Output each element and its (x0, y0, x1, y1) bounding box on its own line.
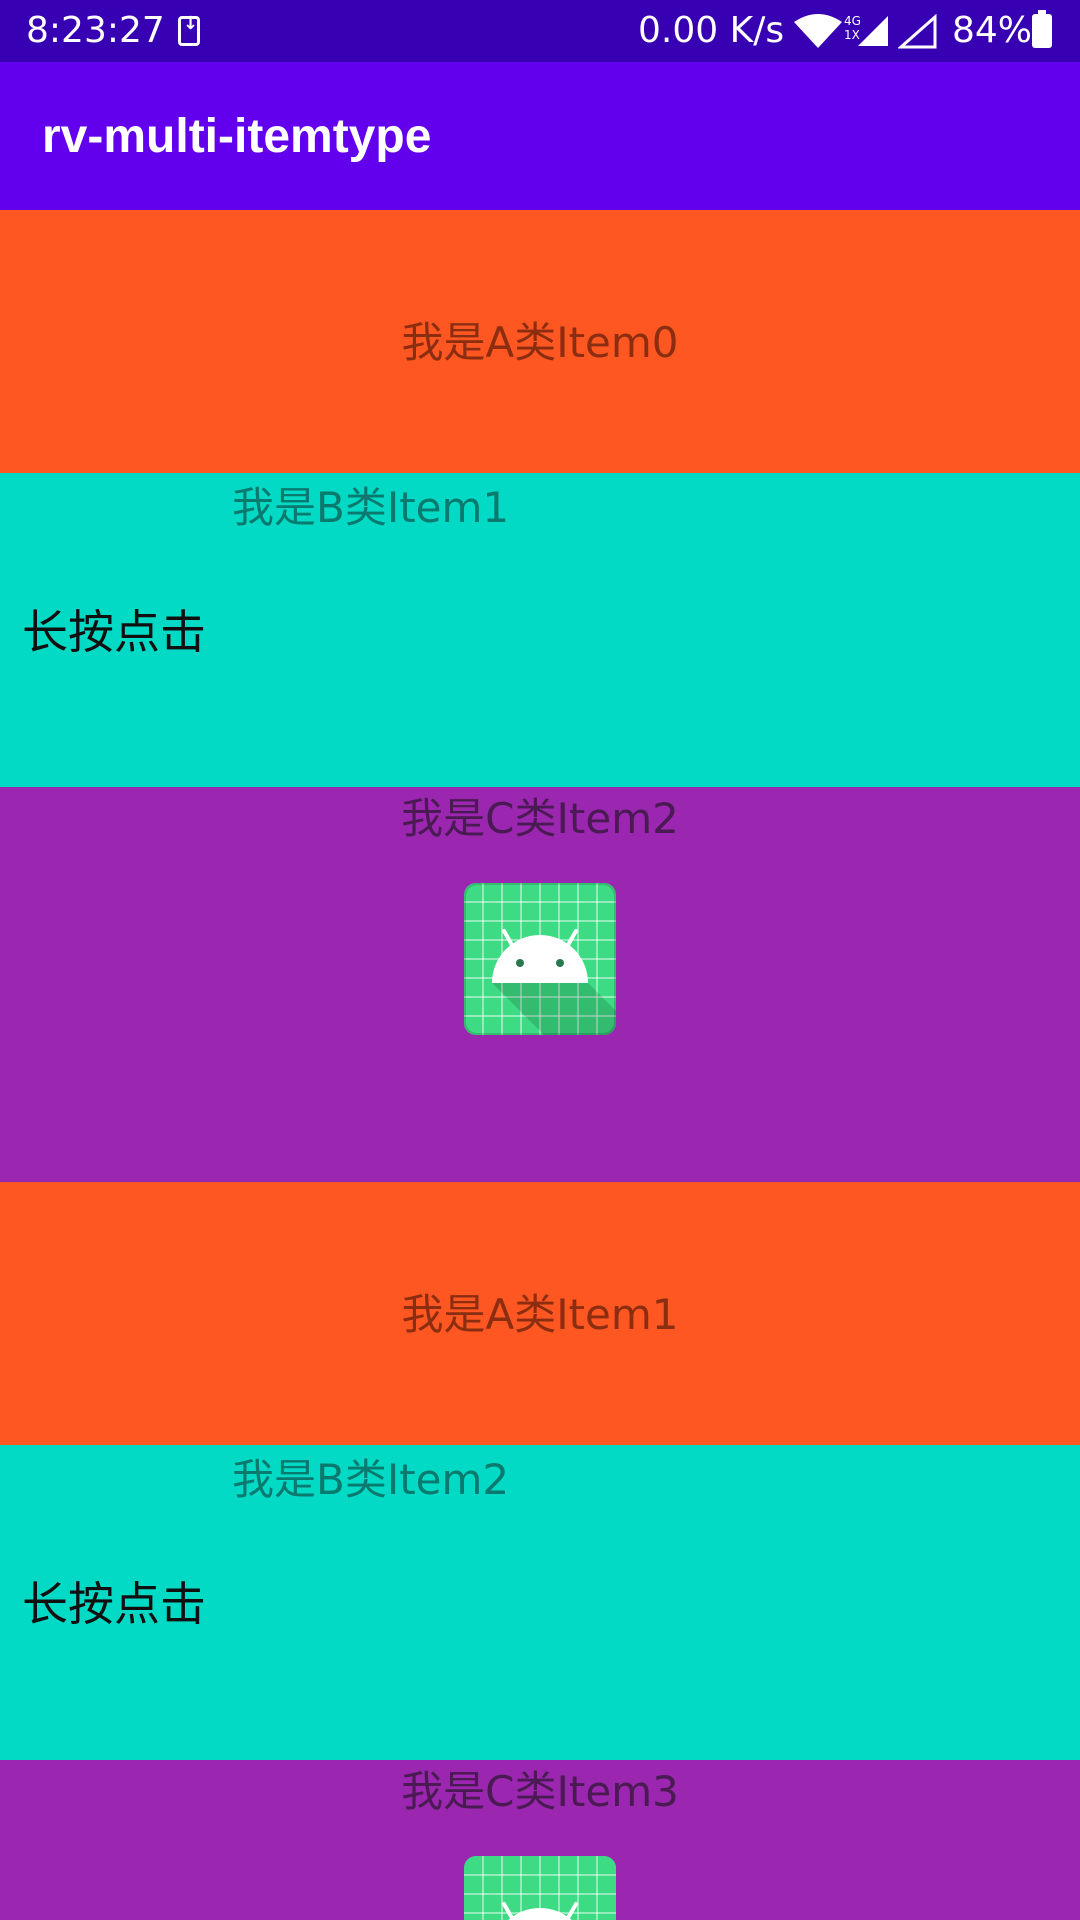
network-speed: 0.00 K/s (638, 10, 785, 51)
battery-icon (1032, 10, 1052, 48)
list-item-a[interactable]: 我是A类Item1 (0, 1182, 1080, 1445)
list-item-b[interactable]: 我是B类Item1 长按点击 (0, 473, 1080, 787)
status-bar: 8:23:27 0.00 K/s 4G 1X 84% (0, 0, 1080, 62)
list-item-c[interactable]: 我是C类Item2 (0, 787, 1080, 1182)
item-text: 我是C类Item3 (401, 1767, 679, 1816)
long-press-label[interactable]: 长按点击 (22, 605, 206, 659)
wifi-icon (794, 14, 842, 48)
signal-icon (858, 16, 888, 46)
app-title: rv-multi-itemtype (42, 110, 432, 163)
android-icon (464, 1856, 616, 1920)
item-text: 我是B类Item2 (232, 1455, 510, 1504)
item-text: 我是A类Item1 (401, 1290, 679, 1339)
list-item-c[interactable]: 我是C类Item3 (0, 1760, 1080, 1920)
android-icon (464, 883, 616, 1035)
battery-percentage: 84% (952, 10, 1033, 51)
list-item-a[interactable]: 我是A类Item0 (0, 210, 1080, 473)
status-time: 8:23:27 (26, 10, 165, 51)
signal-empty-icon (898, 14, 937, 49)
download-icon (178, 13, 200, 46)
item-text: 我是A类Item0 (401, 318, 679, 367)
item-text: 我是B类Item1 (232, 483, 510, 532)
long-press-label[interactable]: 长按点击 (22, 1577, 206, 1631)
app-bar: rv-multi-itemtype (0, 62, 1080, 210)
item-text: 我是C类Item2 (401, 794, 679, 843)
list-item-b[interactable]: 我是B类Item2 长按点击 (0, 1445, 1080, 1760)
